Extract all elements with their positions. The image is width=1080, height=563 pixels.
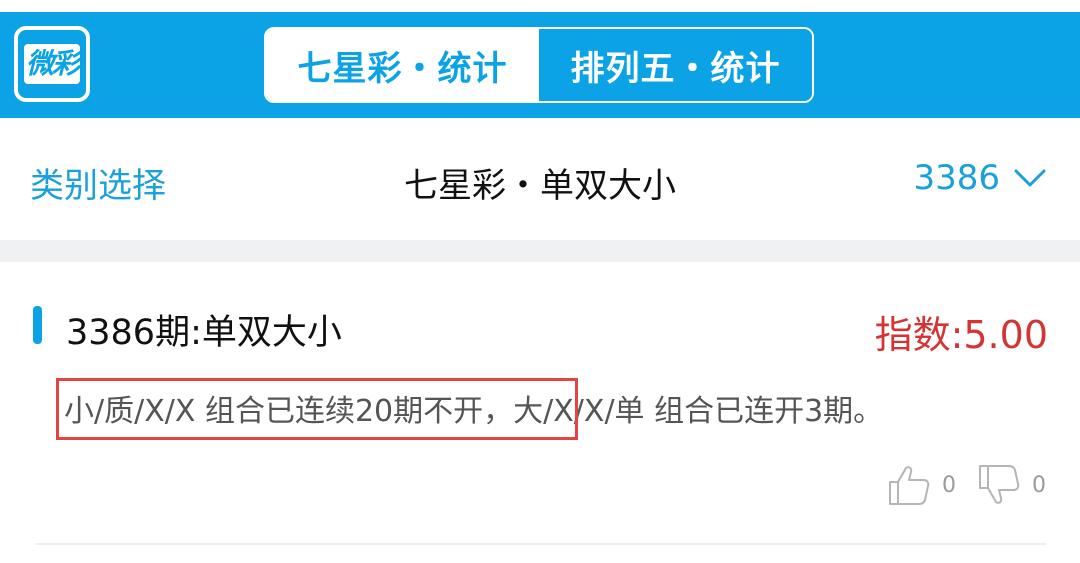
vote-bar: 0 0 [866,462,1046,508]
thumbs-down-icon [979,465,1020,504]
logo-icon: 微彩 [14,26,90,102]
thumbs-up-icon [889,466,930,505]
like-count: 0 [942,472,956,498]
category-select-button[interactable]: 类别选择 [30,158,166,207]
tab-pailiewu-stats[interactable]: 排列五・统计 [539,29,812,101]
nav-bar: 类别选择 七星彩・单双大小 3386 [0,118,1080,240]
app-header: 微彩 七星彩・统计 排列五・统计 [0,12,1080,118]
chevron-down-icon [1014,169,1046,187]
dislike-count: 0 [1032,472,1046,498]
tab-qixingcai-stats[interactable]: 七星彩・统计 [266,29,539,101]
index-value: 指数:5.00 [874,313,1048,357]
section-separator [0,240,1080,262]
issue-select-dropdown[interactable]: 3386 [913,158,1046,198]
lottery-tabs: 七星彩・统计 排列五・统计 [264,27,814,103]
card-divider [36,543,1046,545]
analysis-card: 3386期:单双大小 指数:5.00 小/质/X/X 组合已连续20期不开，大/… [0,262,1080,563]
card-accent-bar [33,306,42,344]
logo-text: 微彩 [25,47,80,80]
card-title: 3386期:单双大小 [66,313,342,353]
like-button[interactable]: 0 [886,462,956,508]
status-strip [0,0,1080,12]
dislike-button[interactable]: 0 [976,462,1046,508]
highlight-box [56,378,578,440]
issue-select-value: 3386 [913,158,1000,198]
